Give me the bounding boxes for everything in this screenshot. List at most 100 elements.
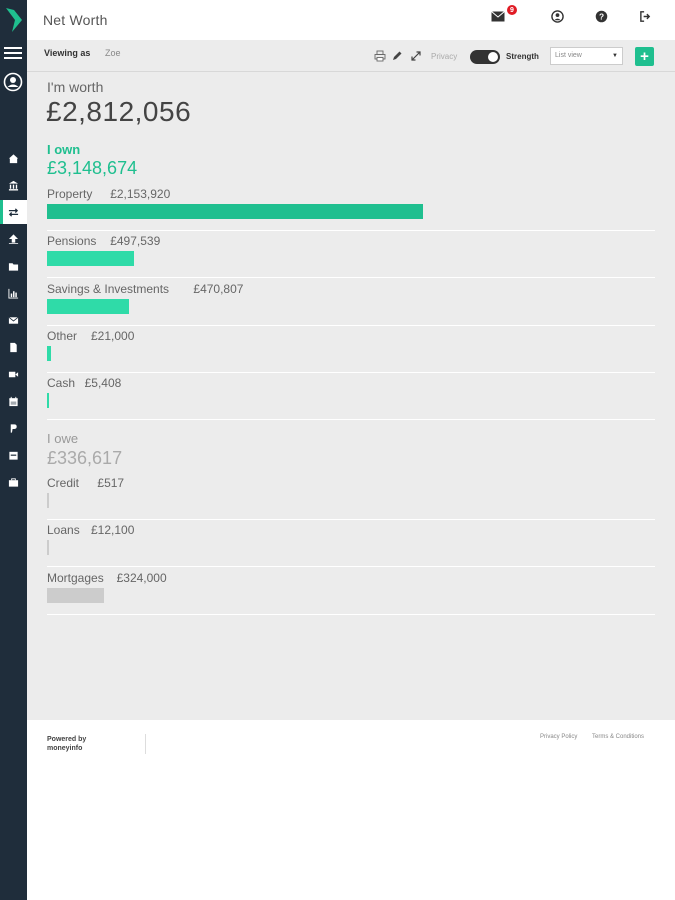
video-camera-icon xyxy=(8,371,19,377)
user-avatar-icon[interactable] xyxy=(3,72,23,92)
main-content: Viewing as Zoe Privacy Strength List vie… xyxy=(27,40,675,720)
nav-video[interactable] xyxy=(0,362,27,386)
bank-icon xyxy=(8,180,19,191)
expand-icon[interactable] xyxy=(410,50,422,62)
privacy-policy-link[interactable]: Privacy Policy xyxy=(540,734,577,740)
viewing-as-name[interactable]: Zoe xyxy=(105,48,121,58)
document-icon xyxy=(10,342,17,352)
question-circle-icon: ? xyxy=(595,10,607,22)
owe-value: £336,617 xyxy=(47,448,123,468)
nav-messages[interactable] xyxy=(0,308,27,332)
help-button[interactable]: ? xyxy=(591,6,611,26)
footer: Powered by moneyinfo Privacy Policy Term… xyxy=(27,720,675,900)
breakdown-row[interactable]: Mortgages £324,000 xyxy=(47,568,655,615)
nav-upload[interactable] xyxy=(0,227,27,251)
row-label: Other xyxy=(47,328,78,343)
breakdown-row[interactable]: Credit £517 xyxy=(47,473,655,520)
nav-documents[interactable] xyxy=(0,335,27,359)
top-header: Net Worth 9 ? xyxy=(27,0,675,40)
own-value: £3,148,674 xyxy=(47,158,138,178)
worth-value: £2,812,056 xyxy=(46,96,192,127)
row-label: Savings & Investments xyxy=(47,281,170,296)
nav-charts[interactable] xyxy=(0,281,27,305)
powered-by-label: Powered by xyxy=(47,736,87,743)
amount-bar xyxy=(47,251,134,267)
nav-archive[interactable] xyxy=(0,443,27,467)
row-value: £517 xyxy=(97,476,125,490)
paypal-icon xyxy=(10,423,17,433)
worth-label: I'm worth xyxy=(47,79,104,95)
row-value: £5,408 xyxy=(84,376,122,391)
nav-net-worth[interactable] xyxy=(0,200,27,224)
breakdown-row[interactable]: Loans £12,100 xyxy=(47,520,655,568)
row-value: £497,539 xyxy=(110,234,161,249)
home-icon xyxy=(8,153,19,163)
row-label: Pensions xyxy=(47,234,97,249)
upload-cloud-icon xyxy=(8,233,19,244)
amount-bar xyxy=(47,587,104,603)
amount-bar xyxy=(47,345,51,361)
owe-label: I owe xyxy=(47,431,79,446)
strength-label: Strength xyxy=(506,52,539,61)
archive-icon xyxy=(9,451,18,460)
nav-home[interactable] xyxy=(0,146,27,170)
row-value: £12,100 xyxy=(91,523,135,538)
row-label: Credit xyxy=(47,476,80,490)
breakdown-row[interactable]: Property £2,153,920 xyxy=(47,184,655,231)
nav-folder[interactable] xyxy=(0,254,27,278)
nav-paypal[interactable] xyxy=(0,416,27,440)
menu-icon[interactable] xyxy=(4,45,22,61)
mail-button[interactable] xyxy=(488,6,508,26)
calendar-icon xyxy=(9,396,18,406)
breakdown-row[interactable]: Pensions £497,539 xyxy=(47,231,655,279)
footer-divider xyxy=(145,734,146,754)
sidebar xyxy=(0,0,27,900)
powered-by: Powered by moneyinfo xyxy=(47,735,86,753)
terms-link[interactable]: Terms & Conditions xyxy=(592,734,644,740)
print-icon[interactable] xyxy=(374,50,386,62)
user-circle-icon xyxy=(550,9,564,23)
add-button[interactable]: + xyxy=(635,47,654,66)
bar-chart-icon xyxy=(8,288,19,299)
notification-badge: 9 xyxy=(507,5,517,15)
profile-button[interactable] xyxy=(547,6,567,26)
sign-out-icon xyxy=(639,10,650,22)
page-title: Net Worth xyxy=(43,12,108,28)
amount-bar xyxy=(47,493,49,508)
svg-text:?: ? xyxy=(598,11,603,21)
nav-calendar[interactable] xyxy=(0,389,27,413)
logout-button[interactable] xyxy=(635,6,655,26)
row-label: Property xyxy=(47,187,93,201)
row-label: Cash xyxy=(47,376,76,391)
nav-briefcase[interactable] xyxy=(0,470,27,494)
toolbar: Viewing as Zoe Privacy Strength List vie… xyxy=(27,40,675,72)
nav-bank[interactable] xyxy=(0,173,27,197)
folder-icon xyxy=(8,262,19,271)
amount-bar xyxy=(47,540,50,556)
briefcase-icon xyxy=(8,477,19,487)
row-value: £2,153,920 xyxy=(110,187,171,201)
envelope-icon xyxy=(8,316,19,324)
amount-bar xyxy=(47,393,49,409)
privacy-toggle[interactable] xyxy=(470,50,500,64)
amount-bar xyxy=(47,298,130,314)
row-value: £324,000 xyxy=(116,570,167,585)
row-value: £470,807 xyxy=(193,281,244,296)
view-select[interactable]: List view ▼ xyxy=(550,47,623,65)
viewing-as-label: Viewing as xyxy=(44,48,91,58)
breakdown-row[interactable]: Cash £5,408 xyxy=(47,373,655,421)
row-label: Loans xyxy=(47,523,80,538)
row-value: £21,000 xyxy=(91,328,135,343)
view-select-value: List view xyxy=(555,52,582,59)
breakdown-row[interactable]: Savings & Investments £470,807 xyxy=(47,279,655,326)
amount-bar xyxy=(47,204,423,219)
transfer-icon xyxy=(8,207,19,217)
edit-pencil-icon[interactable] xyxy=(391,50,403,62)
breakdown-row[interactable]: Other £21,000 xyxy=(47,326,655,373)
privacy-label: Privacy xyxy=(431,52,458,61)
own-label: I own xyxy=(47,142,81,157)
row-label: Mortgages xyxy=(47,570,104,585)
envelope-icon xyxy=(491,10,505,21)
powered-by-brand[interactable]: moneyinfo xyxy=(47,744,86,753)
chevron-down-icon: ▼ xyxy=(612,53,618,59)
